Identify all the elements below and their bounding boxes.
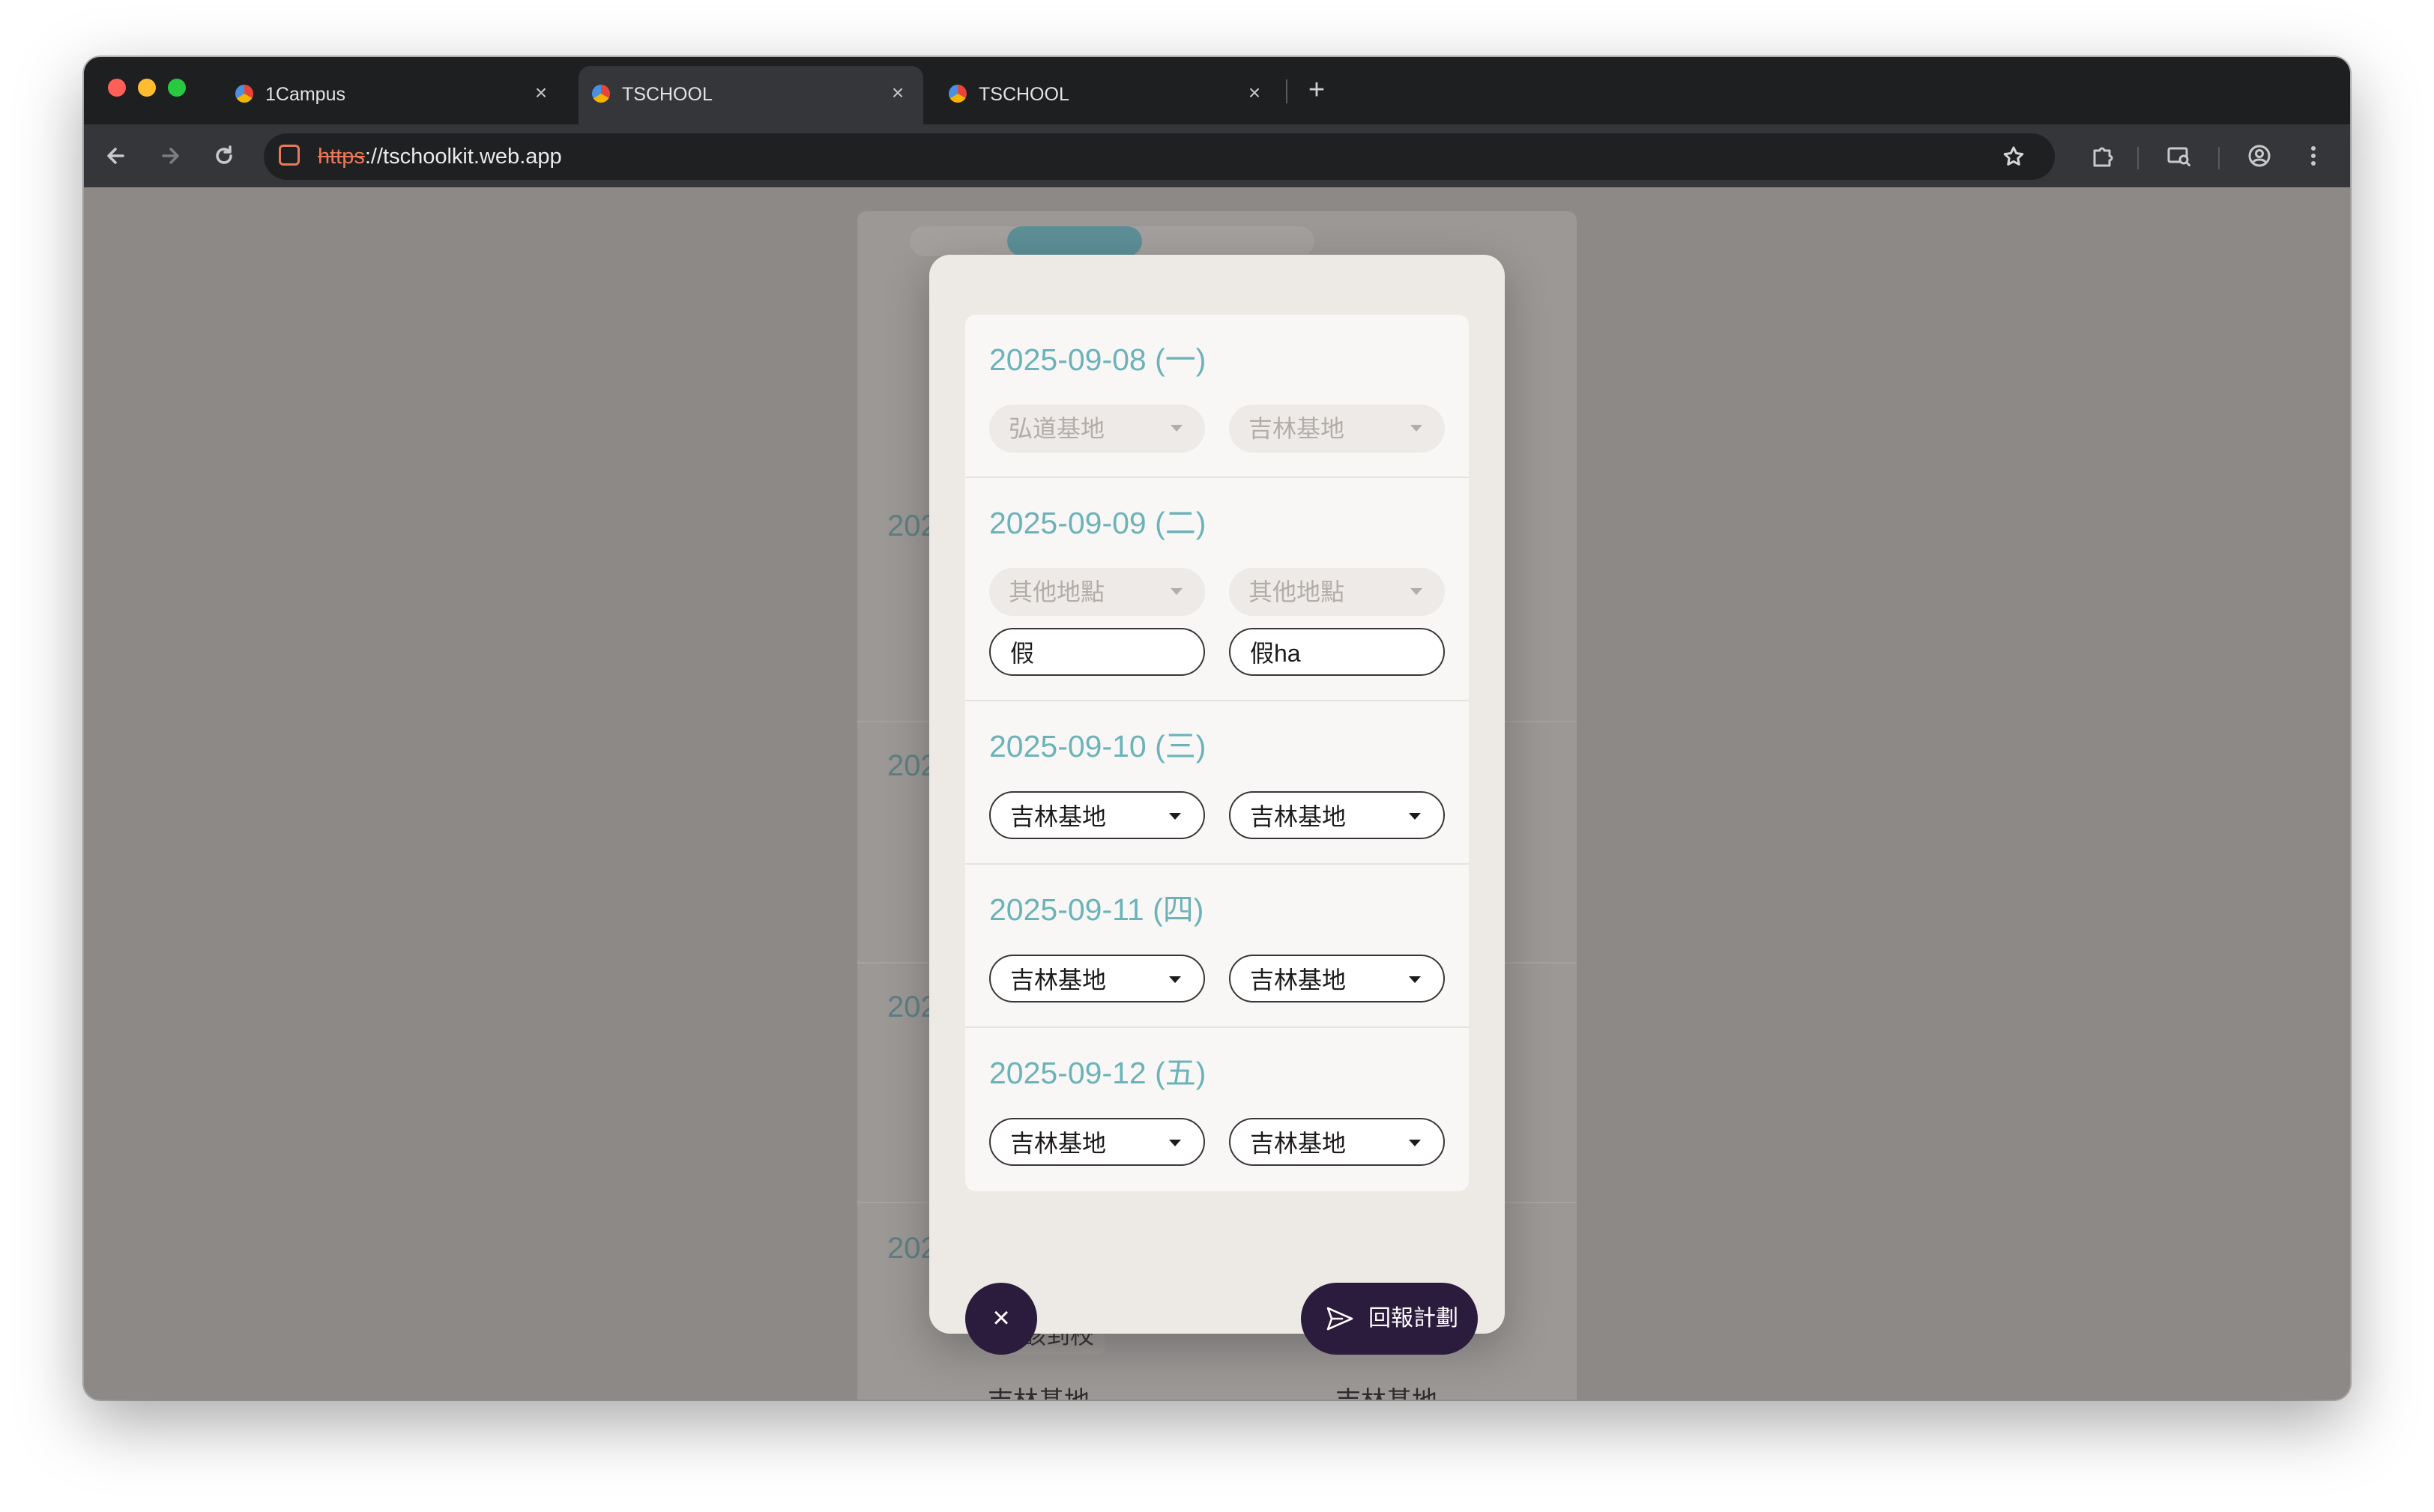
url-scheme: https xyxy=(318,145,365,169)
day-date-label: 2025-09-10 (三) xyxy=(989,729,1207,763)
submit-label: 回報計劃 xyxy=(1368,1306,1458,1331)
caret-down-icon xyxy=(1409,976,1421,983)
day-divider xyxy=(965,700,1469,701)
pm-location-select: 其他地點 xyxy=(1229,568,1445,616)
back-icon[interactable] xyxy=(97,137,135,175)
am-other-location-input[interactable]: 假 xyxy=(989,628,1205,676)
forward-icon[interactable] xyxy=(151,137,189,175)
url-text: https://tschoolkit.web.app xyxy=(318,144,562,169)
select-value: 吉林基地 xyxy=(1010,1130,1107,1157)
tab-close-icon[interactable]: × xyxy=(884,79,911,106)
tab-title: TSCHOOL xyxy=(622,84,713,105)
favicon-icon xyxy=(949,85,967,103)
day-date-label: 2025-09-09 (二) xyxy=(989,506,1207,540)
send-icon xyxy=(1325,1304,1355,1334)
caret-down-icon xyxy=(1409,1140,1421,1146)
url-host: ://tschoolkit.web.app xyxy=(364,145,562,169)
select-value: 弘道基地 xyxy=(1009,415,1105,442)
plan-report-dialog: 2025-09-08 (一) 弘道基地 吉林基地 2025-09-09 (二) … xyxy=(929,255,1505,1355)
tab-tschool[interactable]: TSCHOOL × xyxy=(935,66,1280,124)
caret-down-icon xyxy=(1410,425,1422,432)
select-value: 吉林基地 xyxy=(1250,803,1347,830)
select-value: 吉林基地 xyxy=(1250,1130,1347,1157)
select-value: 吉林基地 xyxy=(1248,415,1345,442)
day-divider xyxy=(965,863,1469,865)
am-location-select: 其他地點 xyxy=(989,568,1205,616)
background-location: 吉林基地 xyxy=(988,1380,1090,1400)
reload-icon[interactable] xyxy=(205,137,243,175)
tab-tschool-active[interactable]: TSCHOOL × xyxy=(579,66,923,124)
caret-down-icon xyxy=(1409,813,1421,820)
tab-title: 1Campus xyxy=(265,84,345,105)
site-info-icon[interactable] xyxy=(279,145,300,166)
favicon-icon xyxy=(235,85,253,103)
toolbar-separator xyxy=(2137,147,2139,169)
browser-toolbar: https://tschoolkit.web.app xyxy=(84,124,2350,187)
puzzle-icon[interactable] xyxy=(2083,137,2121,175)
day-plan-list: 2025-09-08 (一) 弘道基地 吉林基地 2025-09-09 (二) … xyxy=(965,315,1469,1191)
submit-plan-button[interactable]: 回報計劃 xyxy=(1301,1283,1478,1355)
caret-down-icon xyxy=(1410,588,1422,595)
tab-close-icon[interactable]: × xyxy=(1241,79,1268,106)
day-divider xyxy=(965,1026,1469,1028)
tab-separator xyxy=(1286,79,1287,103)
close-window-button[interactable] xyxy=(108,79,126,97)
select-value: 吉林基地 xyxy=(1250,967,1347,994)
am-location-select[interactable]: 吉林基地 xyxy=(989,791,1205,839)
kebab-menu-icon[interactable] xyxy=(2295,137,2332,175)
input-value: 假ha xyxy=(1250,640,1301,667)
select-value: 其他地點 xyxy=(1009,578,1105,605)
day-date-label: 2025-09-08 (一) xyxy=(989,342,1207,377)
am-location-select[interactable]: 吉林基地 xyxy=(989,955,1205,1003)
cast-search-icon[interactable] xyxy=(2160,137,2197,175)
tab-1campus[interactable]: 1Campus × xyxy=(222,66,567,124)
minimize-window-button[interactable] xyxy=(138,79,156,97)
address-bar[interactable]: https://tschoolkit.web.app xyxy=(264,133,2055,180)
tab-strip: 1Campus × TSCHOOL × TSCHOOL × + xyxy=(84,57,2350,124)
am-location-select[interactable]: 吉林基地 xyxy=(989,1118,1205,1166)
caret-down-icon xyxy=(1171,588,1183,595)
pm-location-select[interactable]: 吉林基地 xyxy=(1229,791,1445,839)
input-value: 假 xyxy=(1010,640,1035,667)
select-value: 其他地點 xyxy=(1248,578,1345,605)
favicon-icon xyxy=(592,85,610,103)
background-location: 吉林基地 xyxy=(1335,1380,1437,1400)
pm-location-select: 吉林基地 xyxy=(1229,405,1445,453)
close-dialog-button[interactable]: × xyxy=(965,1283,1037,1355)
caret-down-icon xyxy=(1169,1140,1181,1146)
caret-down-icon xyxy=(1169,976,1181,983)
star-icon[interactable] xyxy=(1995,138,2032,175)
browser-window: 1Campus × TSCHOOL × TSCHOOL × + https://… xyxy=(84,57,2350,1400)
tab-close-icon[interactable]: × xyxy=(528,79,555,106)
profile-icon[interactable] xyxy=(2241,137,2278,175)
select-value: 吉林基地 xyxy=(1010,803,1107,830)
select-value: 吉林基地 xyxy=(1010,967,1107,994)
tab-title: TSCHOOL xyxy=(979,84,1069,105)
am-location-select: 弘道基地 xyxy=(989,405,1205,453)
background-tab-active xyxy=(1007,226,1142,256)
day-date-label: 2025-09-12 (五) xyxy=(989,1056,1207,1090)
pm-location-select[interactable]: 吉林基地 xyxy=(1229,1118,1445,1166)
pm-other-location-input[interactable]: 假ha xyxy=(1229,628,1445,676)
zoom-window-button[interactable] xyxy=(168,79,186,97)
pm-location-select[interactable]: 吉林基地 xyxy=(1229,955,1445,1003)
caret-down-icon xyxy=(1169,813,1181,820)
new-tab-button[interactable]: + xyxy=(1298,72,1335,109)
caret-down-icon xyxy=(1171,425,1183,432)
toolbar-separator xyxy=(2218,147,2220,169)
day-date-label: 2025-09-11 (四) xyxy=(989,892,1204,927)
day-divider xyxy=(965,477,1469,478)
